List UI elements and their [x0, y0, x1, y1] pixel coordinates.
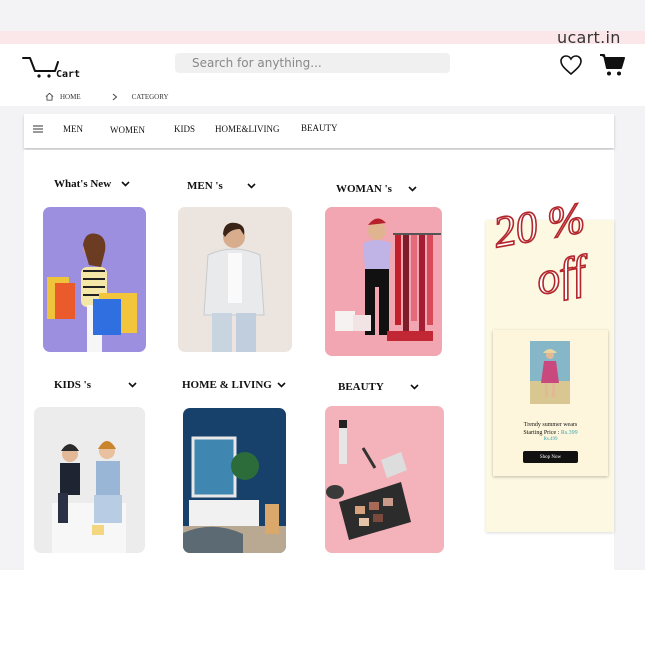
promo-discount-banner[interactable]: 20 % off [490, 180, 615, 305]
logo-text[interactable]: Cart [56, 69, 80, 80]
womans-image[interactable] [325, 207, 442, 356]
breadcrumb: HOME CATEGORY [45, 92, 169, 101]
hamburger-menu-icon[interactable] [33, 125, 43, 133]
category-nav-bar: MEN WOMEN KIDS HOME&LIVING BEAUTY [24, 114, 614, 148]
nav-item-kids[interactable]: KIDS [174, 124, 195, 134]
promo-product-image[interactable] [530, 341, 570, 404]
whats-new-image[interactable] [43, 207, 146, 352]
nav-item-women[interactable]: WOMEN [110, 125, 145, 135]
category-label-text: BEAUTY [338, 381, 384, 393]
price-label: Starting Price : [523, 430, 560, 436]
kids-image[interactable] [34, 407, 145, 553]
nav-item-men[interactable]: MEN [63, 124, 83, 134]
price-old: Rs.499 [543, 437, 558, 442]
chevron-right-icon [112, 93, 117, 100]
home-icon[interactable] [45, 92, 54, 101]
category-label-womans[interactable]: WOMAN 's [336, 183, 417, 195]
home-living-image[interactable] [183, 408, 286, 553]
chevron-down-icon[interactable] [121, 181, 130, 187]
price-new: Rs.399 [560, 430, 578, 436]
chevron-down-icon[interactable] [410, 384, 419, 390]
breadcrumb-home[interactable]: HOME [60, 93, 81, 101]
category-label-whats-new[interactable]: What's New [54, 178, 130, 190]
breadcrumb-category[interactable]: CATEGORY [132, 93, 169, 101]
chevron-down-icon[interactable] [277, 382, 286, 388]
search-input[interactable] [175, 53, 450, 73]
mens-image[interactable] [178, 207, 292, 352]
shopping-cart-icon[interactable] [599, 53, 625, 77]
category-label-text: HOME & LIVING [182, 379, 272, 391]
category-label-text: KIDS 's [54, 379, 91, 391]
category-label-text: What's New [54, 178, 112, 190]
category-label-kids[interactable]: KIDS 's [54, 379, 137, 391]
chevron-down-icon[interactable] [408, 186, 417, 192]
shop-now-button[interactable]: Shop Now [523, 451, 578, 463]
category-label-text: MEN 's [187, 180, 223, 192]
wishlist-heart-icon[interactable] [559, 54, 583, 76]
category-label-home-living[interactable]: HOME & LIVING [182, 379, 286, 391]
promo-card-title: Trendy summer wears [523, 422, 578, 428]
beauty-image[interactable] [325, 406, 444, 553]
promo-card-price: Starting Price : Rs.399 [493, 430, 608, 436]
category-label-mens[interactable]: MEN 's [187, 180, 256, 192]
promo-off-text: off [532, 245, 595, 305]
chevron-down-icon[interactable] [128, 382, 137, 388]
category-label-beauty[interactable]: BEAUTY [338, 381, 419, 393]
nav-item-beauty[interactable]: BEAUTY [301, 123, 338, 133]
chevron-down-icon[interactable] [247, 183, 256, 189]
nav-item-home-living[interactable]: HOME&LIVING [215, 124, 280, 134]
top-pink-band [0, 31, 645, 44]
category-label-text: WOMAN 's [336, 183, 392, 195]
